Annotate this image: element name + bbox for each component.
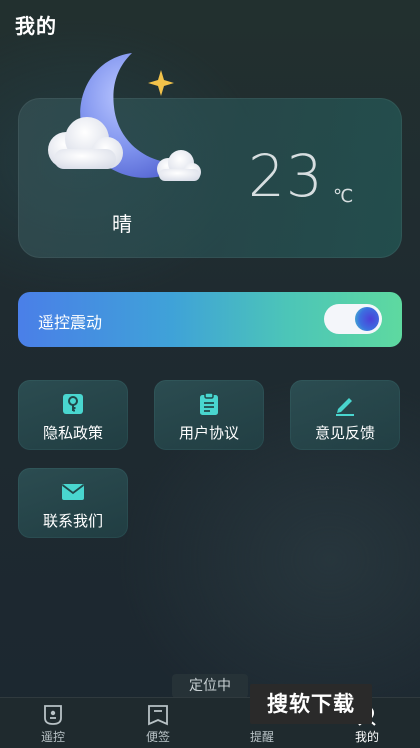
contact-us-button[interactable]: 联系我们	[18, 468, 128, 538]
tab-notes[interactable]: 便签	[128, 698, 188, 748]
remote-icon	[44, 705, 62, 725]
tab-remote[interactable]: 遥控	[23, 698, 83, 748]
tab-notes-label: 便签	[145, 730, 170, 744]
feedback-label: 意见反馈	[314, 424, 375, 442]
clipboard-icon	[200, 392, 218, 415]
weather-condition: 晴	[112, 212, 132, 236]
moon-cloud-icon	[48, 53, 201, 181]
privacy-policy-button[interactable]: 隐私政策	[18, 380, 128, 450]
privacy-policy-label: 隐私政策	[42, 424, 103, 442]
mail-icon	[61, 484, 85, 500]
vibration-toggle[interactable]	[324, 304, 382, 334]
privacy-key-icon	[63, 394, 83, 414]
contact-us-label: 联系我们	[42, 512, 103, 530]
vibration-setting-card: 遥控震动	[18, 292, 402, 347]
location-status-toast: 定位中	[172, 674, 248, 698]
tab-reminders-label: 提醒	[249, 730, 274, 744]
temperature-unit: ℃	[333, 186, 354, 207]
vibration-label: 遥控震动	[38, 313, 103, 332]
user-agreement-label: 用户协议	[178, 424, 239, 442]
user-agreement-button[interactable]: 用户协议	[154, 380, 264, 450]
tab-remote-label: 遥控	[40, 730, 65, 744]
note-icon	[148, 705, 168, 726]
tab-profile-label: 我的	[354, 730, 379, 744]
temperature-value: 23	[248, 142, 324, 210]
page-title: 我的	[15, 14, 57, 38]
feedback-button[interactable]: 意见反馈	[290, 380, 400, 450]
pencil-icon	[336, 398, 354, 416]
watermark: 搜软下载	[250, 684, 372, 724]
toggle-knob	[355, 307, 379, 331]
